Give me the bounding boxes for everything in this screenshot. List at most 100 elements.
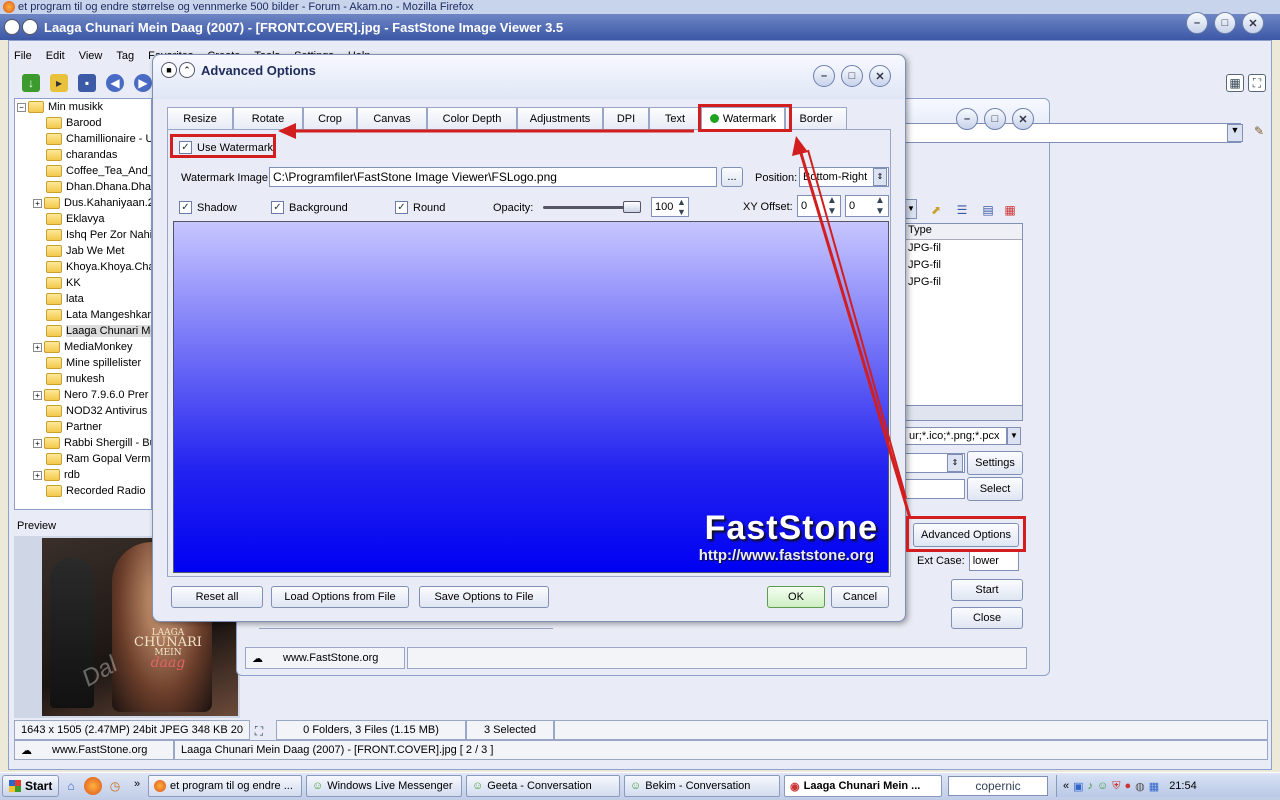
tree-item[interactable]: Jab We Met [15,243,151,259]
tray-volume-icon[interactable]: ♪ [1088,780,1094,792]
cancel-button[interactable]: Cancel [831,586,889,608]
site-status[interactable]: ☁ www.FastStone.org [14,740,174,760]
folder-tree[interactable]: − Min musikk Barood Chamillionaire - Ul c… [14,98,152,510]
expand-icon[interactable]: + [33,198,42,208]
thumbnail-view-icon[interactable]: ▦ [1226,74,1244,92]
task-faststone-active[interactable]: ◉ Laaga Chunari Mein ... [784,775,942,797]
batch-site-status[interactable]: ☁ www.FastStone.org [245,647,405,669]
tree-item[interactable]: + Rabbi Shergill - Bu [15,435,151,451]
position-spin[interactable]: ⇕ [873,168,887,186]
dialog-maximize-button[interactable]: □ [841,65,863,87]
batch-combo-arrow[interactable]: ▼ [1227,124,1243,142]
menu-file[interactable]: File [14,50,32,62]
tree-item[interactable]: Chamillionaire - Ul [15,131,151,147]
checkbox-icon[interactable]: ✓ [395,201,408,214]
expand-icon[interactable]: + [33,390,42,400]
menu-edit[interactable]: Edit [46,50,65,62]
tree-item[interactable]: NOD32 Antivirus S [15,403,151,419]
tree-item[interactable]: charandas [15,147,151,163]
browse-folder-icon[interactable]: ▸ [50,74,68,92]
main-window-titlebar[interactable]: ■ ⌃ Laaga Chunari Mein Daag (2007) - [FR… [0,14,1280,40]
tree-item-selected[interactable]: Laaga Chunari Me [15,323,151,339]
previous-icon[interactable]: ◀ [106,74,124,92]
tree-item[interactable]: Coffee_Tea_And_ [15,163,151,179]
show-desktop-icon[interactable]: ⌂ [62,777,80,795]
broom-icon[interactable]: ✎ [1250,122,1268,140]
watermark-image-field[interactable]: C:\Programfiler\FastStone Image Viewer\F… [269,167,717,187]
tray-expand-icon[interactable]: « [1063,780,1069,792]
tree-item[interactable]: Partner [15,419,151,435]
dialog-restore-icon[interactable]: ⌃ [179,62,195,78]
expand-icon[interactable]: + [33,470,42,480]
copernic-search[interactable]: copernic [948,776,1048,796]
checkbox-icon[interactable]: ✓ [271,201,284,214]
tree-item[interactable]: KK [15,275,151,291]
grid-view-icon[interactable]: ▦ [1001,201,1019,219]
tray-clock[interactable]: 21:54 [1169,780,1197,792]
dialog-menu-icon[interactable]: ■ [161,62,177,78]
batch-dropdown-arrow[interactable]: ▼ [905,199,917,219]
tree-item[interactable]: lata [15,291,151,307]
tab-rotate[interactable]: Rotate [233,107,303,129]
main-maximize-button[interactable]: □ [1214,12,1236,34]
tree-item[interactable]: + rdb [15,467,151,483]
tray-update-icon[interactable]: ◍ [1135,780,1145,793]
tab-crop[interactable]: Crop [303,107,357,129]
tree-item[interactable]: Ram Gopal Verma [15,451,151,467]
tray-antivirus-icon[interactable]: ● [1125,780,1132,792]
tab-adjustments[interactable]: Adjustments [517,107,603,129]
tree-item[interactable]: Lata Mangeshkar [15,307,151,323]
ext-case-select[interactable]: lower [968,551,1019,571]
tree-item[interactable]: Khoya.Khoya.Cha [15,259,151,275]
format-spin[interactable]: ⇕ [947,454,963,472]
shadow-checkbox[interactable]: ✓ Shadow [179,201,237,214]
task-geeta[interactable]: ☺ Geeta - Conversation [466,775,620,797]
batch-path-combo[interactable] [905,123,1241,143]
reset-all-button[interactable]: Reset all [171,586,263,608]
list-item[interactable]: JPG-fil [906,240,1022,257]
firefox-quicklaunch-icon[interactable] [84,777,102,795]
tray-messenger-icon[interactable]: ☺ [1097,780,1108,792]
opacity-spin-icon[interactable]: ▲ ▼ [677,197,686,217]
tree-item[interactable]: − Min musikk [15,99,151,115]
list-view-icon[interactable]: ☰ [953,201,971,219]
close-button[interactable]: Close [951,607,1023,629]
tree-item[interactable]: Dhan.Dhana.Dha [15,179,151,195]
app-menu-icon[interactable]: ■ [4,19,20,35]
task-firefox[interactable]: et program til og endre ... [148,775,302,797]
tab-dpi[interactable]: DPI [603,107,649,129]
opacity-slider-thumb[interactable] [623,201,641,213]
tab-text[interactable]: Text [649,107,701,129]
tab-color-depth[interactable]: Color Depth [427,107,517,129]
output-folder-field[interactable] [905,479,965,499]
list-item[interactable]: JPG-fil [906,257,1022,274]
horizontal-scrollbar[interactable] [905,405,1023,421]
tree-item[interactable]: + Dus.Kahaniyaan.2 [15,195,151,211]
filter-field[interactable]: ur;*.ico;*.png;*.pcx [905,427,1007,445]
dialog-close-button[interactable]: ✕ [869,65,891,87]
batch-maximize-button[interactable]: □ [984,108,1006,130]
task-messenger[interactable]: ☺ Windows Live Messenger [306,775,462,797]
open-folder-icon[interactable]: ↓ [22,74,40,92]
next-icon[interactable]: ▶ [134,74,152,92]
checkbox-icon[interactable]: ✓ [179,201,192,214]
up-folder-icon[interactable]: ⬈ [927,201,945,219]
advanced-options-titlebar[interactable]: ■ ⌃ Advanced Options [153,55,905,99]
fit-icon[interactable]: ⛶ [250,722,268,740]
menu-tag[interactable]: Tag [116,50,134,62]
y-offset-spin-icon[interactable]: ▲ ▼ [875,195,885,217]
tray-network-icon[interactable]: ▣ [1073,780,1083,793]
round-checkbox[interactable]: ✓ Round [395,201,445,214]
expand-icon[interactable]: + [33,342,42,352]
tab-resize[interactable]: Resize [167,107,233,129]
list-item[interactable]: JPG-fil [906,274,1022,291]
select-button[interactable]: Select [967,477,1023,501]
tree-item[interactable]: Ishq Per Zor Nahi [15,227,151,243]
dialog-minimize-button[interactable]: – [813,65,835,87]
type-column-header[interactable]: Type [906,224,1022,240]
browse-button[interactable]: ... [721,167,743,187]
filter-dropdown[interactable]: ▼ [1007,427,1021,445]
tray-security-icon[interactable]: ⛨ [1112,780,1120,793]
save-icon[interactable]: ▪ [78,74,96,92]
detail-view-icon[interactable]: ▤ [979,201,997,219]
